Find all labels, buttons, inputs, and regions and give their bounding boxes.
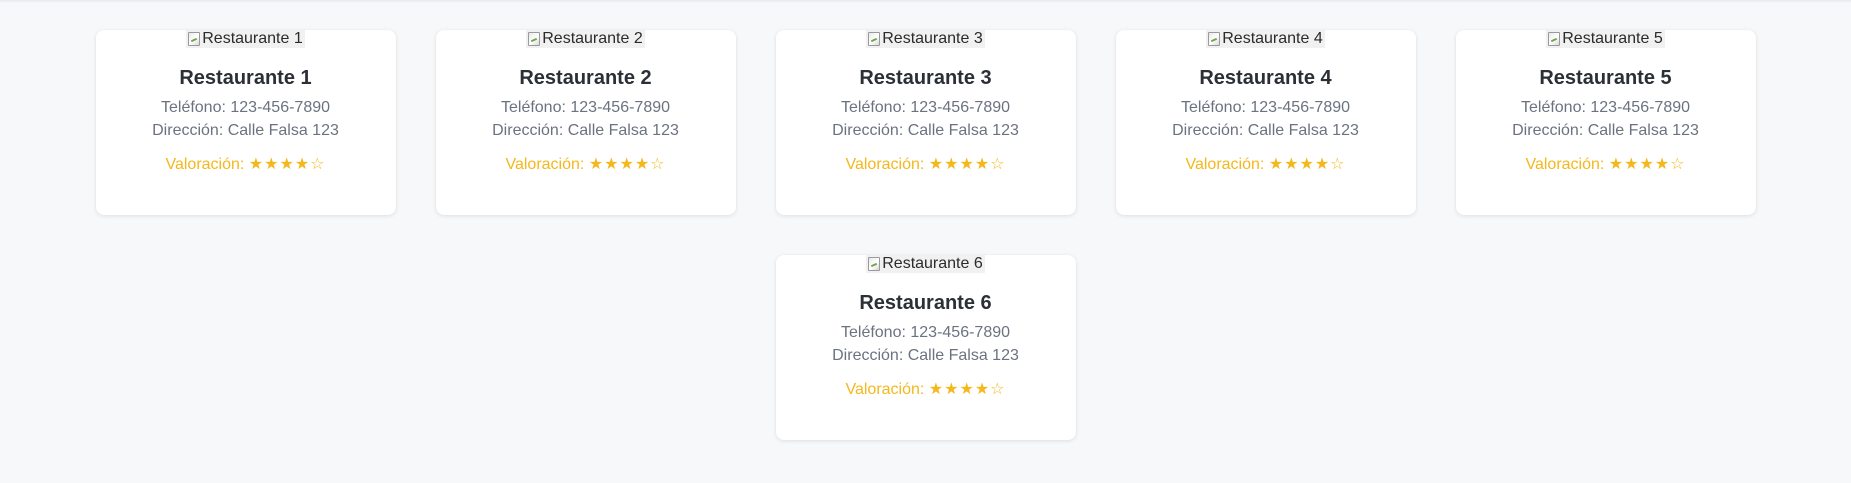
restaurant-address: Dirección: Calle Falsa 123 bbox=[1172, 122, 1359, 139]
restaurant-phone: Teléfono: 123-456-7890 bbox=[1520, 99, 1691, 116]
restaurant-rating: Valoración: ★★★★☆ bbox=[1116, 155, 1416, 175]
restaurant-rating: Valoración: ★★★★☆ bbox=[436, 155, 736, 175]
restaurant-phone: Teléfono: 123-456-7890 bbox=[160, 99, 331, 116]
restaurant-address: Dirección: Calle Falsa 123 bbox=[832, 347, 1019, 364]
top-divider bbox=[0, 0, 1851, 3]
rating-label: Valoración: bbox=[845, 156, 925, 173]
rating-label: Valoración: bbox=[165, 156, 245, 173]
restaurant-phone: Teléfono: 123-456-7890 bbox=[840, 324, 1011, 341]
rating-label: Valoración: bbox=[1185, 156, 1265, 173]
rating-stars: ★★★★☆ bbox=[1608, 156, 1686, 173]
rating-stars: ★★★★☆ bbox=[1268, 156, 1346, 173]
rating-stars: ★★★★☆ bbox=[248, 156, 326, 173]
restaurant-phone: Teléfono: 123-456-7890 bbox=[500, 99, 671, 116]
restaurant-name: Restaurante 6 bbox=[859, 292, 992, 314]
rating-label: Valoración: bbox=[1525, 156, 1605, 173]
restaurant-address: Dirección: Calle Falsa 123 bbox=[1512, 122, 1699, 139]
restaurant-name: Restaurante 3 bbox=[859, 67, 992, 89]
broken-image-icon bbox=[1548, 32, 1561, 46]
restaurant-image: Restaurante 1 bbox=[186, 30, 305, 48]
restaurant-phone: Teléfono: 123-456-7890 bbox=[1180, 99, 1351, 116]
restaurant-address: Dirección: Calle Falsa 123 bbox=[492, 122, 679, 139]
restaurant-address: Dirección: Calle Falsa 123 bbox=[152, 122, 339, 139]
restaurant-image: Restaurante 3 bbox=[866, 30, 985, 48]
restaurant-image-alt: Restaurante 2 bbox=[542, 30, 643, 47]
restaurant-name: Restaurante 1 bbox=[179, 67, 312, 89]
restaurant-phone: Teléfono: 123-456-7890 bbox=[840, 99, 1011, 116]
restaurant-rating: Valoración: ★★★★☆ bbox=[96, 155, 396, 175]
restaurant-card[interactable]: Restaurante 2 Restaurante 2 Teléfono: 12… bbox=[435, 30, 736, 215]
restaurant-image-alt: Restaurante 1 bbox=[202, 30, 303, 47]
restaurant-image-alt: Restaurante 6 bbox=[882, 255, 983, 272]
broken-image-icon bbox=[868, 257, 881, 271]
rating-label: Valoración: bbox=[845, 381, 925, 398]
broken-image-icon bbox=[868, 32, 881, 46]
restaurant-rating: Valoración: ★★★★☆ bbox=[776, 155, 1076, 175]
restaurant-image: Restaurante 2 bbox=[526, 30, 645, 48]
restaurant-card[interactable]: Restaurante 5 Restaurante 5 Teléfono: 12… bbox=[1455, 30, 1756, 215]
restaurant-name: Restaurante 5 bbox=[1539, 67, 1672, 89]
rating-label: Valoración: bbox=[505, 156, 585, 173]
restaurant-grid: Restaurante 1 Restaurante 1 Teléfono: 12… bbox=[95, 30, 1756, 440]
rating-stars: ★★★★☆ bbox=[928, 156, 1006, 173]
broken-image-icon bbox=[188, 32, 201, 46]
restaurant-image-alt: Restaurante 3 bbox=[882, 30, 983, 47]
restaurant-card[interactable]: Restaurante 6 Restaurante 6 Teléfono: 12… bbox=[775, 255, 1076, 440]
restaurant-image: Restaurante 4 bbox=[1206, 30, 1325, 48]
restaurant-address: Dirección: Calle Falsa 123 bbox=[832, 122, 1019, 139]
restaurant-image-alt: Restaurante 5 bbox=[1562, 30, 1663, 47]
restaurant-image-alt: Restaurante 4 bbox=[1222, 30, 1323, 47]
broken-image-icon bbox=[528, 32, 541, 46]
broken-image-icon bbox=[1208, 32, 1221, 46]
restaurant-card[interactable]: Restaurante 1 Restaurante 1 Teléfono: 12… bbox=[95, 30, 396, 215]
restaurant-image: Restaurante 5 bbox=[1546, 30, 1665, 48]
rating-stars: ★★★★☆ bbox=[928, 381, 1006, 398]
rating-stars: ★★★★☆ bbox=[588, 156, 666, 173]
restaurant-image: Restaurante 6 bbox=[866, 255, 985, 273]
restaurant-name: Restaurante 2 bbox=[519, 67, 652, 89]
restaurant-rating: Valoración: ★★★★☆ bbox=[776, 380, 1076, 400]
restaurant-name: Restaurante 4 bbox=[1199, 67, 1332, 89]
restaurant-card[interactable]: Restaurante 4 Restaurante 4 Teléfono: 12… bbox=[1115, 30, 1416, 215]
restaurant-card[interactable]: Restaurante 3 Restaurante 3 Teléfono: 12… bbox=[775, 30, 1076, 215]
restaurant-rating: Valoración: ★★★★☆ bbox=[1456, 155, 1756, 175]
